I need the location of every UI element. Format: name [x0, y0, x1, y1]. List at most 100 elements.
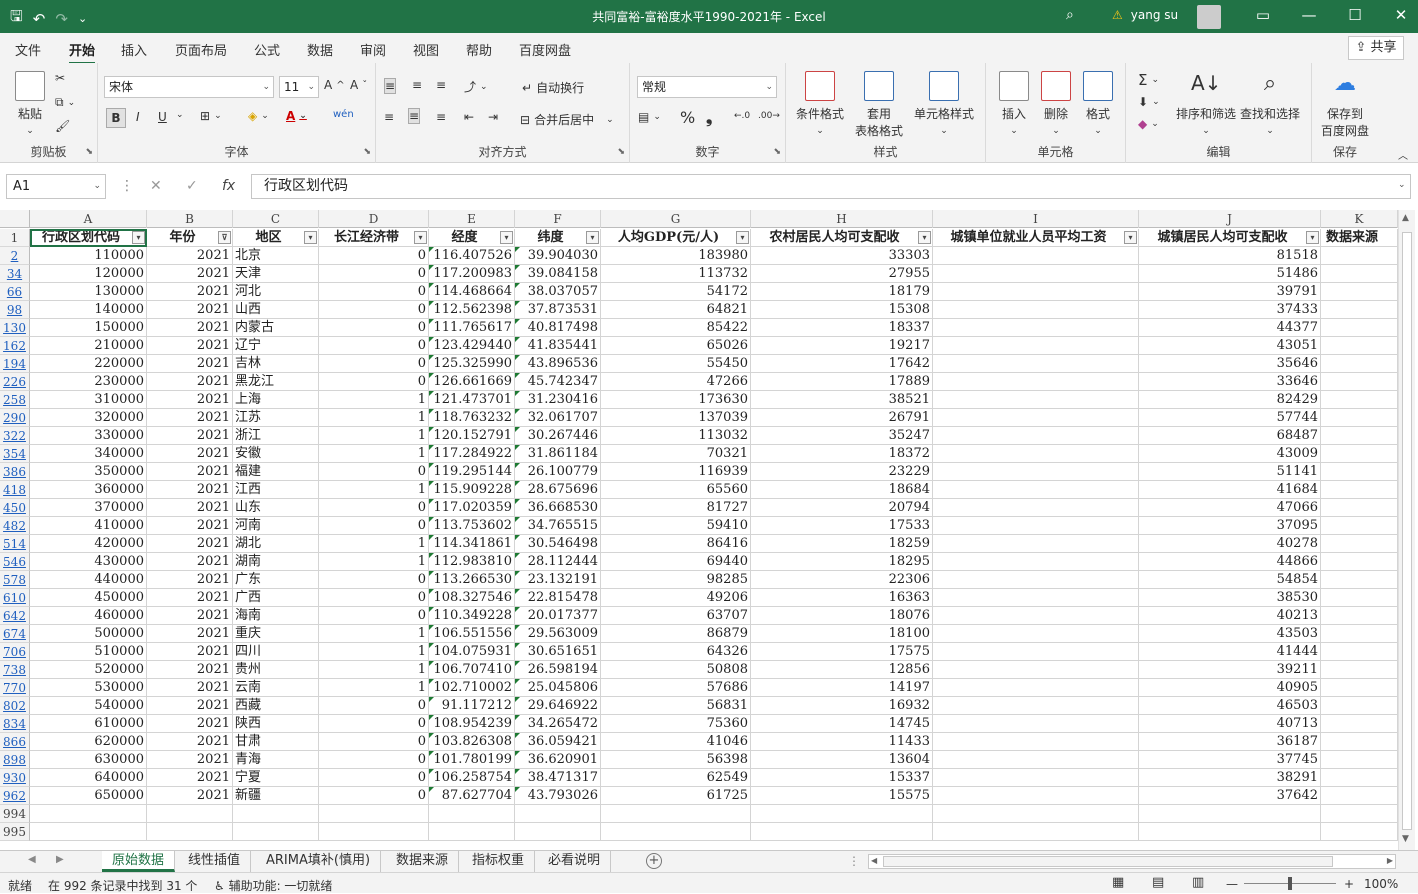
cell[interactable]: 20.017377	[515, 607, 601, 625]
cell[interactable]: 110000	[30, 247, 147, 265]
cell[interactable]: 120000	[30, 265, 147, 283]
fill-color-icon[interactable]: ◈ ⌄	[248, 109, 269, 123]
cell[interactable]: 440000	[30, 571, 147, 589]
cell[interactable]: 江西	[233, 481, 319, 499]
cell[interactable]: 2021	[147, 643, 233, 661]
cell[interactable]: 19217	[751, 337, 933, 355]
cell[interactable]	[319, 823, 429, 841]
format-as-table-button[interactable]: 套用 表格格式	[848, 71, 910, 139]
cell[interactable]: 浙江	[233, 427, 319, 445]
cell[interactable]	[933, 409, 1139, 427]
cell[interactable]	[1321, 643, 1398, 661]
dialog-launcher-icon[interactable]: ⬊	[363, 147, 371, 157]
avatar[interactable]	[1197, 5, 1221, 29]
cell[interactable]: 33646	[1139, 373, 1321, 391]
grow-font-icon[interactable]: A ^	[324, 78, 345, 92]
cell[interactable]: 2021	[147, 265, 233, 283]
cell[interactable]: 64821	[601, 301, 751, 319]
row-header[interactable]: 546	[0, 553, 30, 571]
scroll-left-icon[interactable]: ◀	[871, 856, 877, 865]
cell[interactable]	[1321, 283, 1398, 301]
row-header[interactable]: 386	[0, 463, 30, 481]
cell[interactable]: 41.835441	[515, 337, 601, 355]
sheet-tab-arima[interactable]: ARIMA填补(慎用)	[256, 851, 382, 872]
cut-icon[interactable]: ✂	[55, 71, 65, 85]
cell[interactable]: 520000	[30, 661, 147, 679]
cell[interactable]: 26791	[751, 409, 933, 427]
cell[interactable]: 1	[319, 427, 429, 445]
maximize-icon[interactable]: ☐	[1332, 6, 1378, 24]
cell[interactable]: 2021	[147, 445, 233, 463]
cell-styles-button[interactable]: 单元格样式 ⌄	[912, 71, 976, 136]
page-break-view-icon[interactable]: ▥	[1192, 875, 1204, 890]
cell[interactable]: 2021	[147, 553, 233, 571]
cell[interactable]: 59410	[601, 517, 751, 535]
filter-dropdown-icon[interactable]: ▾	[304, 231, 317, 244]
cell[interactable]	[1321, 517, 1398, 535]
cell[interactable]: 湖南	[233, 553, 319, 571]
row-header[interactable]: 450	[0, 499, 30, 517]
cell[interactable]: 29.646922	[515, 697, 601, 715]
cell[interactable]: 420000	[30, 535, 147, 553]
cell[interactable]: 海南	[233, 607, 319, 625]
cell[interactable]: 西藏	[233, 697, 319, 715]
cell[interactable]: 63707	[601, 607, 751, 625]
format-button[interactable]: 格式 ⌄	[1080, 71, 1116, 136]
cell[interactable]: 38530	[1139, 589, 1321, 607]
filter-dropdown-icon[interactable]: ▾	[736, 231, 749, 244]
column-header-h[interactable]: H	[751, 210, 933, 228]
cell[interactable]	[1139, 823, 1321, 841]
row-header[interactable]: 290	[0, 409, 30, 427]
row-header[interactable]: 34	[0, 265, 30, 283]
vertical-scrollbar[interactable]: ▲ ▼	[1398, 210, 1415, 850]
cell[interactable]: 0	[319, 571, 429, 589]
filter-dropdown-icon[interactable]: ▾	[918, 231, 931, 244]
cell[interactable]: 0	[319, 283, 429, 301]
cell[interactable]	[319, 805, 429, 823]
cell[interactable]: 114.468664	[429, 283, 515, 301]
close-icon[interactable]: ✕	[1378, 6, 1418, 24]
insert-function-icon[interactable]: fx	[222, 178, 235, 194]
cell[interactable]: 106.707410	[429, 661, 515, 679]
cell[interactable]	[933, 427, 1139, 445]
cell[interactable]	[1321, 355, 1398, 373]
cell[interactable]: 17575	[751, 643, 933, 661]
cell[interactable]	[751, 805, 933, 823]
cell[interactable]: 15575	[751, 787, 933, 805]
cell[interactable]: 36.668530	[515, 499, 601, 517]
cell[interactable]: 102.710002	[429, 679, 515, 697]
cell[interactable]: 37745	[1139, 751, 1321, 769]
cell[interactable]: 2021	[147, 463, 233, 481]
cell[interactable]	[933, 625, 1139, 643]
cell[interactable]	[933, 805, 1139, 823]
cell[interactable]: 220000	[30, 355, 147, 373]
cell[interactable]: 120.152791	[429, 427, 515, 445]
cell[interactable]: 430000	[30, 553, 147, 571]
cell[interactable]: 119.295144	[429, 463, 515, 481]
cell[interactable]: 17642	[751, 355, 933, 373]
cell[interactable]: 2021	[147, 679, 233, 697]
cell[interactable]	[1321, 679, 1398, 697]
cell[interactable]: 39791	[1139, 283, 1321, 301]
cell[interactable]: 43.896536	[515, 355, 601, 373]
align-middle-icon[interactable]: ≡	[412, 78, 422, 92]
number-format-select[interactable]: 常规 ⌄	[637, 76, 777, 98]
row-header[interactable]: 674	[0, 625, 30, 643]
cell[interactable]: 26.100779	[515, 463, 601, 481]
cell[interactable]: 64326	[601, 643, 751, 661]
column-header-b[interactable]: B	[147, 210, 233, 228]
row-header[interactable]: 226	[0, 373, 30, 391]
tab-home[interactable]: 开始	[69, 40, 96, 65]
filter-dropdown-icon[interactable]: ▾	[132, 231, 145, 244]
prev-sheet-icon[interactable]: ◀	[28, 854, 36, 865]
cell[interactable]: 0	[319, 265, 429, 283]
scroll-up-icon[interactable]: ▲	[1402, 213, 1409, 223]
cell[interactable]	[601, 823, 751, 841]
dialog-launcher-icon[interactable]: ⬊	[85, 147, 93, 157]
borders-icon[interactable]: ⊞ ⌄	[200, 109, 222, 123]
cell[interactable]: 65026	[601, 337, 751, 355]
cell[interactable]: 2021	[147, 661, 233, 679]
save-baidu-button[interactable]: ☁ 保存到 百度网盘	[1318, 71, 1372, 139]
row-header[interactable]: 995	[0, 823, 30, 841]
header-cell[interactable]: 数据来源	[1321, 229, 1398, 247]
